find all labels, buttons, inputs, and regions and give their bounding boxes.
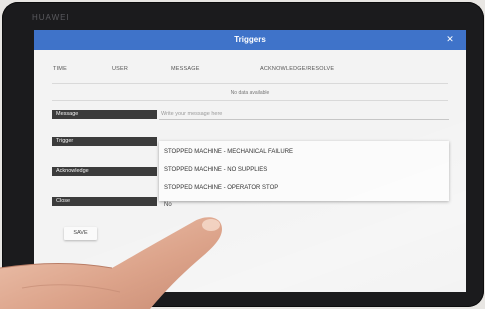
table-divider [52, 100, 448, 101]
column-header-message[interactable]: MESSAGE [171, 66, 200, 72]
close-field-label: Close [52, 197, 157, 206]
brand-logo: HUAWEI [32, 13, 70, 22]
table-divider [52, 83, 448, 84]
trigger-dropdown-menu: STOPPED MACHINE - MECHANICAL FAILURE STO… [159, 141, 449, 201]
column-header-time[interactable]: TIME [53, 66, 67, 72]
menu-item-no-supplies[interactable]: STOPPED MACHINE - NO SUPPLIES [164, 167, 267, 173]
close-select-value[interactable]: No [164, 202, 172, 208]
menu-item-operator-stop[interactable]: STOPPED MACHINE - OPERATOR STOP [164, 185, 278, 191]
trigger-label: Trigger [52, 137, 157, 146]
acknowledge-label: Acknowledge [52, 167, 157, 176]
menu-item-mechanical-failure[interactable]: STOPPED MACHINE - MECHANICAL FAILURE [164, 149, 293, 155]
app-screen: Triggers ✕ TIME USER MESSAGE ACKNOWLEDGE… [34, 30, 466, 292]
table-empty-message: No data available [230, 90, 270, 96]
close-icon[interactable]: ✕ [445, 34, 455, 44]
column-header-user[interactable]: USER [112, 66, 128, 72]
message-label: Message [52, 110, 157, 119]
dialog-title: Triggers [234, 35, 266, 44]
table-header: TIME USER MESSAGE ACKNOWLEDGE/RESOLVE [34, 66, 466, 78]
dialog-header: Triggers ✕ [34, 30, 466, 50]
message-input[interactable] [159, 109, 449, 120]
save-button[interactable]: SAVE [64, 227, 97, 240]
photo-scene: HUAWEI Triggers ✕ TIME USER MESSAGE ACKN… [0, 0, 485, 309]
column-header-acknowledge[interactable]: ACKNOWLEDGE/RESOLVE [260, 66, 334, 72]
